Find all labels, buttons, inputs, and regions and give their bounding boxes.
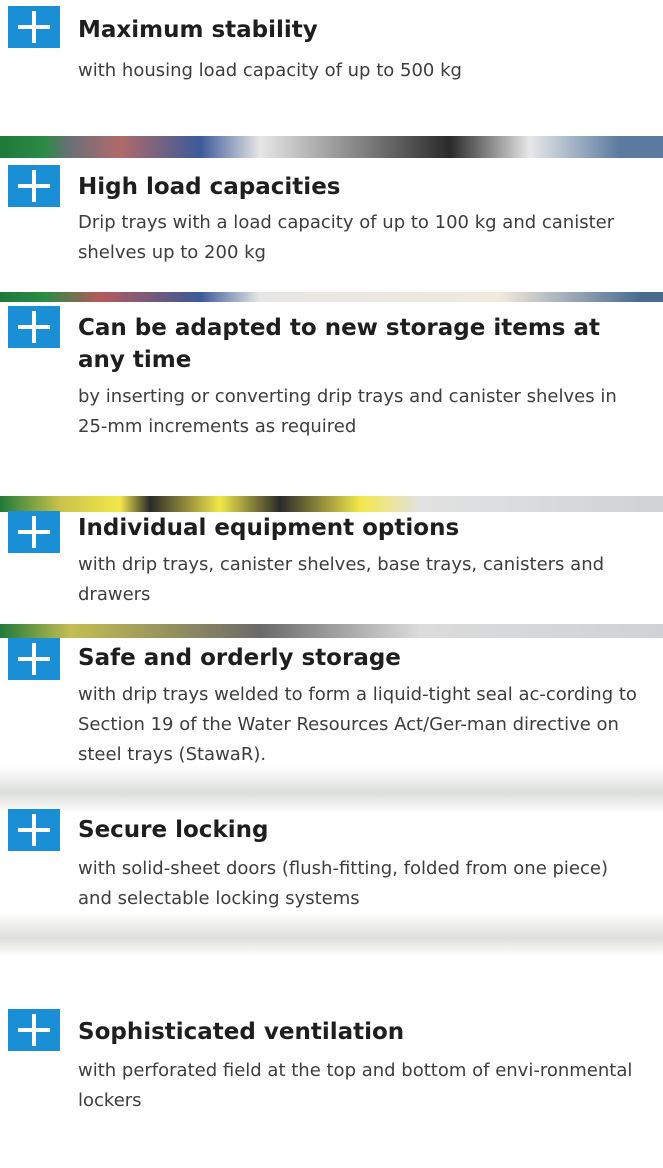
feature-title: Can be adapted to new storage items at a… xyxy=(78,315,600,373)
plus-icon xyxy=(8,511,60,553)
feature-description: Drip trays with a load capacity of up to… xyxy=(78,212,615,263)
feature-description: with housing load capacity of up to 500 … xyxy=(78,60,462,81)
feature-title: High load capacities xyxy=(78,174,341,200)
feature-title: Maximum stability xyxy=(78,17,318,43)
feature-title: Secure locking xyxy=(78,817,269,843)
feature-block: Maximum stability with housing load capa… xyxy=(0,0,663,136)
feature-block: Safe and orderly storage with drip trays… xyxy=(0,638,663,972)
feature-description: with drip trays welded to form a liquid-… xyxy=(78,684,637,765)
feature-block: Individual equipment options with drip t… xyxy=(0,511,663,624)
plus-icon xyxy=(8,1009,60,1051)
feature-description: with perforated field at the top and bot… xyxy=(78,1060,633,1111)
plus-icon xyxy=(8,306,60,348)
background-photo-strip xyxy=(0,624,663,638)
feature-description: with drip trays, canister shelves, base … xyxy=(78,554,605,605)
background-photo-strip xyxy=(0,136,663,158)
feature-description: by inserting or converting drip trays an… xyxy=(78,386,617,437)
plus-icon xyxy=(8,6,60,48)
background-photo-strip xyxy=(0,496,663,512)
feature-description: with solid-sheet doors (flush-fitting, f… xyxy=(78,858,608,909)
plus-icon xyxy=(8,165,60,207)
feature-block: Sophisticated ventilation with perforate… xyxy=(0,972,663,1168)
plus-icon xyxy=(8,809,60,851)
feature-title: Safe and orderly storage xyxy=(78,645,401,671)
plus-icon xyxy=(8,638,60,680)
feature-title: Sophisticated ventilation xyxy=(78,1019,405,1045)
background-photo-strip xyxy=(0,292,663,302)
feature-block: Can be adapted to new storage items at a… xyxy=(0,302,663,496)
feature-block: High load capacities Drip trays with a l… xyxy=(0,158,663,292)
feature-title: Individual equipment options xyxy=(78,515,460,541)
